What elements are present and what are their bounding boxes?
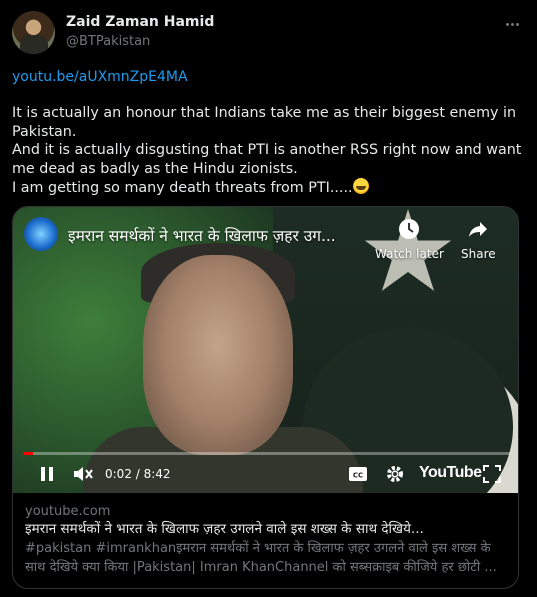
tweet-text: It is actually an honour that Indians ta… [12, 104, 522, 198]
share-icon [466, 217, 490, 241]
fullscreen-icon[interactable] [480, 459, 504, 489]
progress-bar[interactable] [23, 452, 510, 455]
author-name[interactable]: Zaid Zaman Hamid [66, 14, 214, 30]
grinning-face-icon [352, 178, 369, 195]
share-button[interactable]: Share [461, 217, 496, 261]
card-description: #pakistan #imrankhanइमरान समर्थकों ने भा… [25, 541, 497, 575]
card-title: इमरान समर्थकों ने भारत के खिलाफ ज़हर उगल… [25, 521, 424, 537]
captions-icon[interactable]: CC [346, 459, 370, 489]
mute-icon[interactable] [71, 459, 95, 489]
tweet-line-text: I am getting so many death threats from … [12, 180, 353, 197]
tweet-line: me dead as badly as the Hindu zionists. [12, 160, 298, 177]
tweet-line: I am getting so many death threats from … [12, 178, 522, 198]
tweet-line: It is actually an honour that Indians ta… [12, 105, 517, 121]
more-icon[interactable] [500, 12, 524, 36]
card-domain: youtube.com [25, 504, 111, 519]
watch-later-button[interactable]: Watch later [375, 217, 444, 261]
pause-icon[interactable] [35, 459, 59, 489]
video-time: 0:02 / 8:42 [105, 467, 171, 481]
gear-icon[interactable] [383, 459, 407, 489]
author-handle[interactable]: @BTPakistan [66, 34, 150, 49]
video-player[interactable]: इमरान समर्थकों ने भारत के खिलाफ ज़हर उग.… [13, 207, 518, 493]
tweet-line: Pakistan. [12, 123, 77, 140]
tweet-line: And it is actually disgusting that PTI i… [12, 142, 522, 159]
svg-text:CC: CC [353, 472, 363, 480]
clock-icon [397, 217, 421, 241]
youtube-logo[interactable]: YouTube [419, 464, 482, 482]
player-controls: 0:02 / 8:42 CC YouTube [13, 459, 518, 489]
tweet-link[interactable]: youtu.be/aUXmnZpE4MA [12, 69, 188, 85]
progress-fill [23, 452, 33, 455]
avatar[interactable] [12, 11, 55, 54]
video-title[interactable]: इमरान समर्थकों ने भारत के खिलाफ ज़हर उग.… [68, 224, 368, 246]
tweet: Zaid Zaman Hamid @BTPakistan youtu.be/aU… [0, 0, 537, 597]
watch-later-label: Watch later [375, 247, 444, 261]
channel-logo[interactable] [24, 217, 58, 251]
link-card[interactable]: इमरान समर्थकों ने भारत के खिलाफ ज़हर उग.… [12, 206, 519, 589]
video-person-face [143, 255, 293, 455]
card-meta[interactable]: youtube.com इमरान समर्थकों ने भारत के खि… [13, 493, 518, 588]
share-label: Share [461, 247, 496, 261]
